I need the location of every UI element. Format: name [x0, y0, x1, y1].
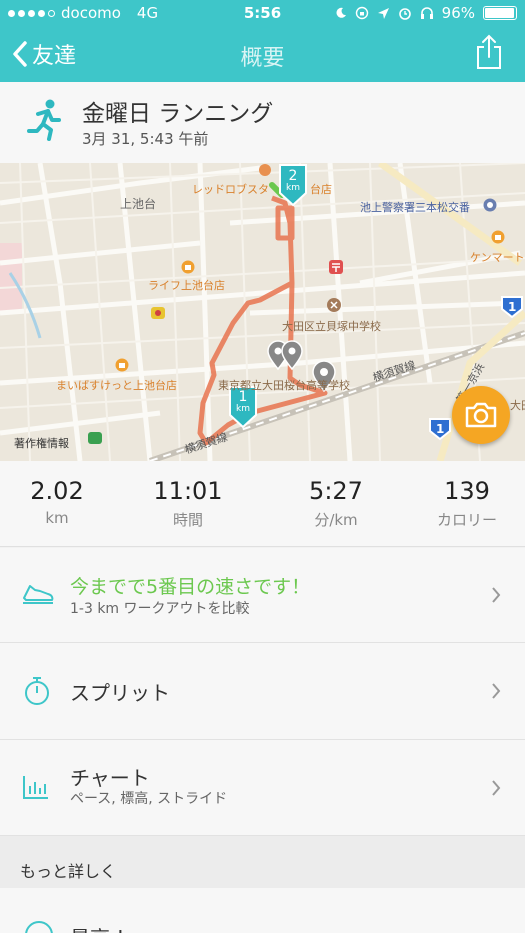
- stat-pace-value: 5:27: [309, 477, 363, 505]
- bar-chart-icon: [23, 776, 48, 799]
- map-label-ota: 大田: [510, 399, 525, 412]
- chart-title: チャート: [70, 766, 150, 790]
- splits-row[interactable]: スプリット: [0, 643, 525, 740]
- location-icon: [377, 7, 389, 19]
- chart-row[interactable]: チャート ペース, 標高, ストライド: [0, 740, 525, 836]
- stopwatch-icon: [25, 677, 49, 705]
- stat-time: 11:01 時間: [123, 477, 253, 530]
- stat-calories: 139 カロリー: [402, 477, 525, 530]
- stats-panel: 2.02 km 11:01 時間 5:27 分/km 139 カロリー: [0, 461, 525, 547]
- more-details-header: もっと詳しく: [0, 836, 525, 888]
- shop-icon: [181, 260, 195, 274]
- stat-pace: 5:27 分/km: [271, 477, 401, 530]
- km-marker-2-number: 2: [288, 168, 298, 184]
- chevron-right-icon: [492, 587, 501, 603]
- map-label-police: 池上警察署三本松交番: [360, 201, 470, 214]
- alarm-icon: [398, 8, 411, 20]
- splits-title: スプリット: [70, 681, 170, 705]
- shop-icon-2: [115, 358, 129, 372]
- chart-subtitle: ペース, 標高, ストライド: [70, 791, 228, 807]
- page-title: 概要: [240, 46, 285, 71]
- battery-icon: [483, 6, 517, 20]
- camera-button[interactable]: [452, 386, 510, 444]
- nav-bar: 友達 概要: [0, 28, 525, 82]
- activity-date: 3月 31, 5:43 午前: [82, 130, 209, 148]
- map-label-kamiikedai: 上池台: [120, 197, 157, 211]
- km-marker-2-unit: km: [286, 183, 300, 193]
- photo-pin-icon[interactable]: [266, 339, 312, 379]
- stat-distance: 2.02 km: [0, 477, 122, 527]
- smile-icon: [25, 921, 53, 933]
- route-map[interactable]: 2 km 1 km 1 1 レッドロブスタ 台店 上池台 池上警察署三本松交番 …: [0, 163, 525, 461]
- stat-calories-value: 139: [444, 477, 490, 505]
- stat-time-value: 11:01: [153, 477, 223, 505]
- map-label-kenmart: ケンマート: [470, 251, 525, 264]
- route-shield-number-2: 1: [436, 422, 445, 436]
- map-label-red-lobster: レッドロブスタ: [192, 183, 269, 196]
- map-label-red-lobster-tail: 台店: [310, 183, 332, 196]
- km-marker-1-unit: km: [236, 404, 250, 414]
- post-office-icon: [329, 260, 343, 274]
- chevron-right-icon: [492, 683, 501, 699]
- stat-calories-unit: カロリー: [436, 511, 497, 529]
- map-label-school: 大田区立貝塚中学校: [282, 320, 381, 333]
- activity-header: 金曜日 ランニング 3月 31, 5:43 午前: [0, 82, 525, 163]
- headphones-icon: [420, 7, 433, 19]
- camera-icon: [465, 402, 497, 428]
- activity-title: 金曜日 ランニング: [82, 101, 274, 127]
- battery-percent: 96%: [441, 4, 475, 22]
- best-row-title: 最高 !: [70, 922, 124, 933]
- police-icon: [483, 198, 497, 212]
- bank-icon: [151, 307, 165, 319]
- map-label-school2: 東京都立大田桜台高等学校: [218, 379, 350, 392]
- more-details-title: もっと詳しく: [20, 862, 117, 881]
- stat-pace-unit: 分/km: [314, 511, 358, 529]
- shoe-icon: [23, 585, 54, 604]
- shop-icon-3: [491, 230, 505, 244]
- rotation-lock-icon: [355, 6, 368, 20]
- school-icon: [327, 298, 341, 312]
- route-shield-number: 1: [508, 300, 517, 314]
- compare-title: 今までで5番目の速さです！: [70, 576, 311, 598]
- map-label-maibasuket: まいばすけっと上池台店: [56, 379, 177, 392]
- stat-time-unit: 時間: [172, 511, 203, 529]
- compare-row[interactable]: 今までで5番目の速さです！ 1-3 km ワークアウトを比較: [0, 548, 525, 643]
- stat-distance-value: 2.02: [30, 477, 84, 505]
- map-label-chosaku: 著作権情報: [14, 437, 69, 450]
- copyright-icon: [88, 432, 102, 444]
- share-button[interactable]: [475, 34, 503, 74]
- stat-distance-unit: km: [45, 509, 69, 527]
- compare-subtitle: 1-3 km ワークアウトを比較: [70, 601, 250, 617]
- map-label-life: ライフ上池台店: [148, 279, 225, 292]
- running-icon: [27, 99, 61, 141]
- status-bar: docomo 4G 5:56 96%: [0, 0, 525, 28]
- chevron-right-icon: [492, 780, 501, 796]
- restaurant-icon: [259, 164, 271, 176]
- moon-icon: [336, 7, 346, 18]
- best-row[interactable]: 最高 !: [0, 888, 525, 933]
- share-icon: [477, 34, 501, 69]
